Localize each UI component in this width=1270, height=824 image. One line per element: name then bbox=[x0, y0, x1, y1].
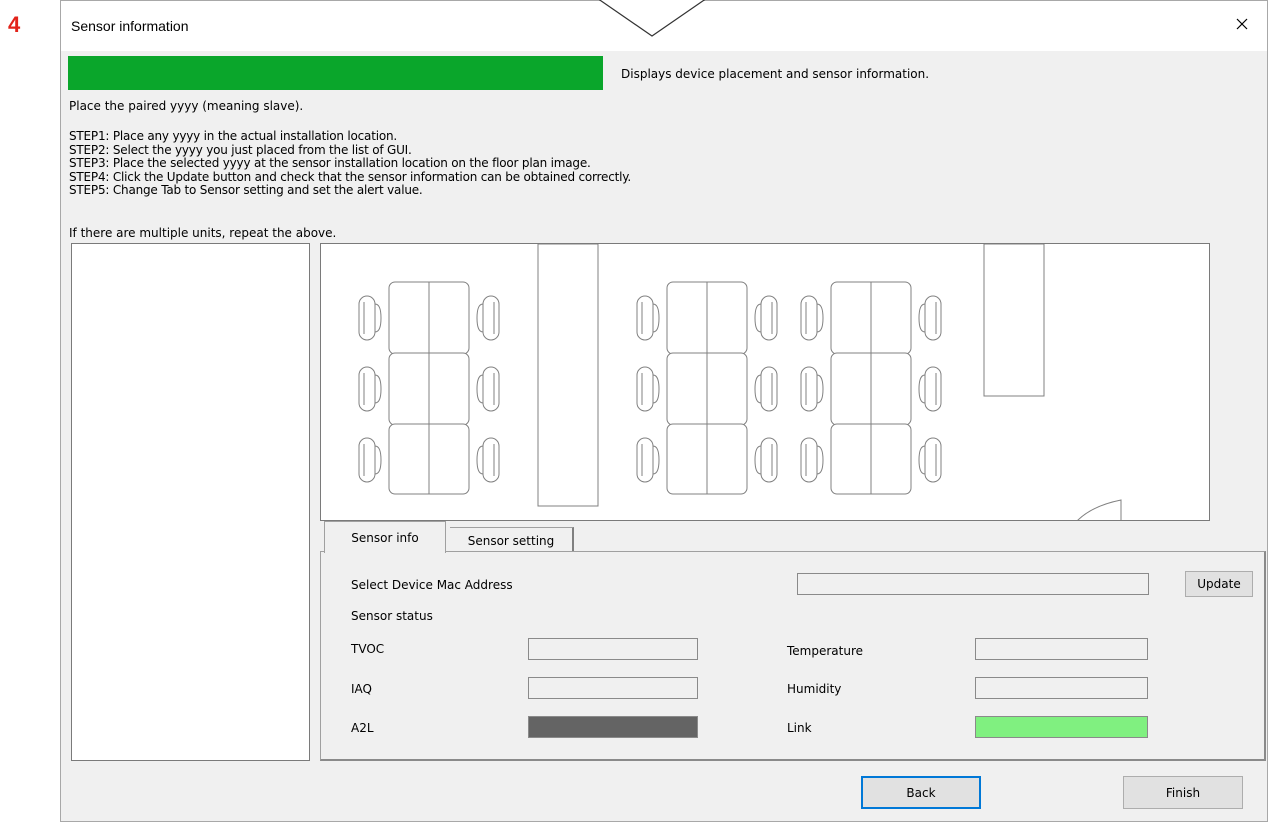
shelf bbox=[537, 244, 599, 507]
mac-address-label: Select Device Mac Address bbox=[351, 578, 513, 592]
window-title: Sensor information bbox=[71, 18, 189, 34]
a2l-label: A2L bbox=[351, 721, 374, 735]
temperature-label: Temperature bbox=[787, 644, 864, 658]
tab-sensor-setting[interactable]: Sensor setting bbox=[450, 527, 574, 553]
sensor-information-window: Sensor information Displays device place… bbox=[60, 0, 1268, 822]
update-button[interactable]: Update bbox=[1185, 571, 1253, 597]
iaq-field bbox=[528, 677, 698, 699]
tab-sensor-info[interactable]: Sensor info bbox=[324, 521, 446, 553]
desk-cluster bbox=[801, 282, 941, 494]
desk-cluster bbox=[359, 282, 499, 494]
tvoc-field bbox=[528, 638, 698, 660]
close-icon[interactable] bbox=[1231, 13, 1253, 35]
mac-address-field[interactable] bbox=[797, 573, 1149, 595]
sensor-status-heading: Sensor status bbox=[351, 609, 433, 623]
instruction-intro: Place the paired yyyy (meaning slave). bbox=[69, 99, 304, 113]
a2l-indicator bbox=[528, 716, 698, 738]
iaq-label: IAQ bbox=[351, 682, 372, 696]
floor-plan[interactable] bbox=[320, 243, 1210, 521]
banner-description: Displays device placement and sensor inf… bbox=[621, 67, 930, 81]
floor-plan-drawing bbox=[321, 244, 1122, 520]
finish-button[interactable]: Finish bbox=[1123, 776, 1243, 809]
link-indicator bbox=[975, 716, 1148, 738]
step-line: STEP3: Place the selected yyyy at the se… bbox=[69, 156, 591, 170]
step-line: STEP2: Select the yyyy you just placed f… bbox=[69, 142, 412, 157]
tab-strip: Sensor info Sensor setting bbox=[320, 521, 1267, 553]
door-arc bbox=[1077, 499, 1122, 520]
humidity-field bbox=[975, 677, 1148, 699]
step-line: STEP1: Place any yyyy in the actual inst… bbox=[69, 129, 397, 143]
cabinet bbox=[983, 244, 1045, 397]
sensor-info-panel: Select Device Mac Address Update Sensor … bbox=[320, 551, 1266, 761]
tvoc-label: TVOC bbox=[351, 642, 385, 656]
status-banner bbox=[68, 56, 603, 90]
instruction-steps: STEP1: Place any yyyy in the actual inst… bbox=[69, 129, 632, 198]
instruction-outro: If there are multiple units, repeat the … bbox=[69, 226, 337, 240]
back-button[interactable]: Back bbox=[861, 776, 981, 809]
temperature-field bbox=[975, 638, 1148, 660]
device-list[interactable] bbox=[71, 243, 310, 761]
desk-cluster bbox=[637, 282, 777, 494]
callout-pointer bbox=[598, 0, 706, 37]
step-number: 4 bbox=[8, 12, 21, 37]
step-line: STEP5: Change Tab to Sensor setting and … bbox=[69, 183, 423, 197]
humidity-label: Humidity bbox=[787, 682, 842, 696]
step-line: STEP4: Click the Update button and check… bbox=[69, 169, 632, 184]
link-label: Link bbox=[787, 721, 812, 735]
